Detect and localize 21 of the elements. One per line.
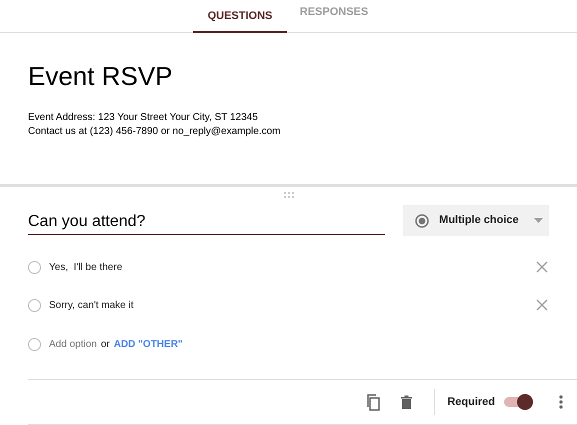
form-title: Event RSVP bbox=[28, 61, 174, 91]
required-label: Required bbox=[447, 394, 495, 410]
form-description: Event Address: 123 Your Street Your City, ST 12345 bbox=[28, 111, 259, 125]
add-other-link[interactable]: ADD "OTHER" bbox=[114, 336, 183, 352]
more-options-icon[interactable] bbox=[559, 395, 563, 409]
add-option-field[interactable]: Add option bbox=[49, 336, 97, 352]
option-label[interactable]: Sorry, can't make it bbox=[49, 298, 528, 312]
required-toggle[interactable] bbox=[503, 394, 533, 410]
form-description: Contact us at (123) 456-7890 or no_reply@example.com bbox=[28, 125, 282, 139]
question-title-field[interactable]: Can you attend? bbox=[28, 209, 386, 235]
option-label[interactable]: Yes, I'll be there bbox=[49, 260, 528, 274]
or-label: or bbox=[100, 338, 110, 352]
question-type-dropdown[interactable]: Multiple choice bbox=[403, 205, 549, 236]
tab[interactable]: QUESTIONS bbox=[193, 0, 287, 33]
radio-selected-icon bbox=[415, 214, 430, 228]
copy-icon[interactable] bbox=[365, 394, 380, 410]
trash-icon[interactable] bbox=[401, 395, 412, 409]
drag-handle-icon[interactable] bbox=[282, 192, 294, 198]
caret-icon bbox=[534, 218, 543, 223]
close-icon[interactable] bbox=[536, 299, 548, 311]
close-icon[interactable] bbox=[536, 261, 548, 273]
